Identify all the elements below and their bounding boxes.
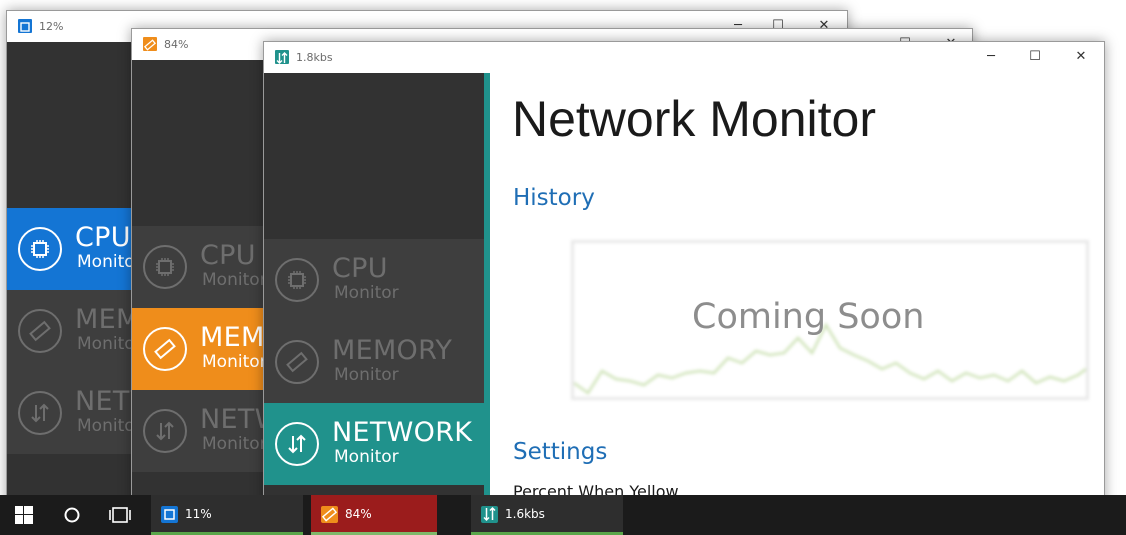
coming-soon-label: Coming Soon xyxy=(692,297,925,337)
sidebar-item-memory[interactable]: MEMORY Monitor xyxy=(264,321,484,403)
memory-chip-icon xyxy=(18,309,62,353)
taskbar-cpu-label: 11% xyxy=(185,507,212,521)
memory-chip-icon xyxy=(143,327,187,371)
cpu-chip-icon xyxy=(161,506,178,523)
sidebar-item-sublabel: Monitor xyxy=(334,447,399,467)
cpu-chip-icon xyxy=(275,258,319,302)
taskbar-app-network[interactable]: 1.6kbs xyxy=(471,495,623,535)
task-view-button[interactable] xyxy=(96,495,144,535)
sidebar-item-network[interactable]: NETWORK Monitor xyxy=(264,403,484,485)
network-window-title: 1.8kbs xyxy=(296,51,333,64)
sidebar-item-label: MEMORY xyxy=(332,335,453,366)
sidebar-item-label: NETWORK xyxy=(332,417,473,448)
network-window-titlebar[interactable]: 1.8kbs ─ ☐ ✕ xyxy=(264,42,1104,73)
network-sidebar: CPU Monitor MEMORY Monitor NETWORK Monit… xyxy=(264,73,490,509)
memory-chip-icon xyxy=(321,506,338,523)
start-button[interactable] xyxy=(0,495,48,535)
network-arrows-icon xyxy=(18,391,62,435)
memory-chip-icon xyxy=(275,340,319,384)
task-view-icon xyxy=(109,507,131,523)
network-close-button[interactable]: ✕ xyxy=(1068,46,1094,68)
sidebar-item-sublabel: Monitor xyxy=(202,352,267,372)
taskbar: 11% 84% 1.6kbs xyxy=(0,495,1126,535)
sidebar-item-cpu[interactable]: CPU Monitor xyxy=(264,239,484,321)
sidebar-item-sublabel: Monitor xyxy=(202,434,267,454)
sidebar-item-label: CPU xyxy=(75,222,131,253)
search-circle-icon xyxy=(64,507,80,523)
memory-chip-icon xyxy=(143,37,157,51)
settings-heading: Settings xyxy=(513,439,608,465)
taskbar-network-label: 1.6kbs xyxy=(505,507,545,521)
taskbar-memory-label: 84% xyxy=(345,507,372,521)
taskbar-app-cpu[interactable]: 11% xyxy=(151,495,303,535)
search-button[interactable] xyxy=(48,495,96,535)
sidebar-item-label: CPU xyxy=(332,253,388,284)
sidebar-item-sublabel: Monitor xyxy=(334,283,399,303)
page-title: Network Monitor xyxy=(512,91,876,147)
cpu-chip-icon xyxy=(143,245,187,289)
windows-logo-icon xyxy=(15,506,33,524)
sidebar-item-label: CPU xyxy=(200,240,256,271)
network-minimize-button[interactable]: ─ xyxy=(978,46,1004,68)
network-arrows-icon xyxy=(275,50,289,64)
sidebar-item-sublabel: Monitor xyxy=(202,270,267,290)
cpu-chip-icon xyxy=(18,19,32,33)
network-maximize-button[interactable]: ☐ xyxy=(1022,46,1048,68)
network-arrows-icon xyxy=(481,506,498,523)
network-arrows-icon xyxy=(275,422,319,466)
cpu-window-title: 12% xyxy=(39,20,64,33)
cpu-chip-icon xyxy=(18,227,62,271)
network-monitor-window: 1.8kbs ─ ☐ ✕ CPU Monitor MEMORY Monitor … xyxy=(263,41,1105,510)
memory-window-title: 84% xyxy=(164,38,189,51)
history-heading: History xyxy=(513,185,595,211)
sidebar-item-sublabel: Monitor xyxy=(334,365,399,385)
taskbar-app-memory[interactable]: 84% xyxy=(311,495,437,535)
network-arrows-icon xyxy=(143,409,187,453)
